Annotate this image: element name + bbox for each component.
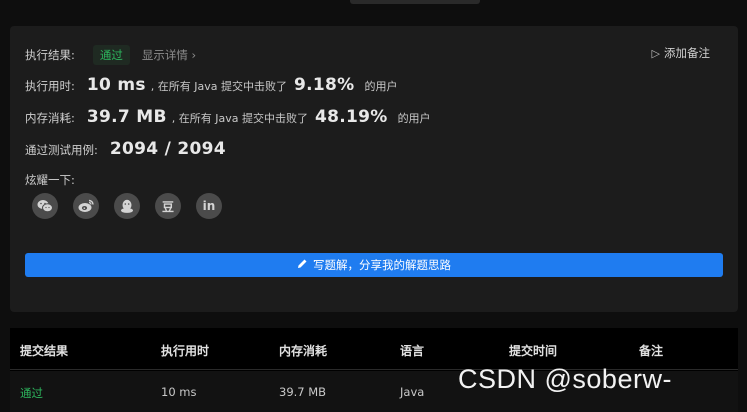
- douban-icon[interactable]: 豆: [155, 193, 181, 219]
- pencil-icon: [297, 258, 308, 272]
- write-solution-button[interactable]: 写题解，分享我的解题思路: [25, 253, 723, 277]
- memory-percent: 48.19%: [314, 107, 388, 127]
- add-note-label: 添加备注: [664, 46, 710, 60]
- status-badge: 通过: [92, 45, 130, 65]
- qq-icon[interactable]: [114, 193, 140, 219]
- result-status-row: 执行结果: 通过 显示详情 ›: [25, 45, 196, 65]
- header-language[interactable]: 语言: [400, 342, 424, 359]
- memory-row: 内存消耗: 39.7 MB , 在所有 Java 提交中击败了 48.19% 的…: [25, 107, 431, 127]
- row-memory: 39.7 MB: [279, 385, 327, 399]
- header-submit-time[interactable]: 提交时间: [509, 342, 557, 359]
- show-details-link[interactable]: 显示详情 ›: [142, 47, 196, 63]
- runtime-text: , 在所有 Java 提交中击败了: [150, 80, 288, 93]
- share-buttons: 豆 in: [32, 193, 222, 219]
- memory-value: 39.7 MB: [86, 107, 167, 127]
- header-status[interactable]: 提交结果: [20, 342, 68, 359]
- write-solution-label: 写题解，分享我的解题思路: [313, 258, 451, 272]
- weibo-icon[interactable]: [73, 193, 99, 219]
- share-label-row: 炫耀一下:: [25, 172, 75, 188]
- runtime-percent: 9.18%: [294, 75, 355, 95]
- share-label: 炫耀一下:: [25, 173, 75, 187]
- tests-row: 通过测试用例: 2094 / 2094: [25, 139, 226, 159]
- memory-label: 内存消耗:: [25, 111, 75, 125]
- memory-suffix: 的用户: [397, 112, 431, 125]
- runtime-value: 10 ms: [86, 75, 146, 95]
- header-runtime[interactable]: 执行用时: [161, 342, 209, 359]
- runtime-row: 执行用时: 10 ms , 在所有 Java 提交中击败了 9.18% 的用户: [25, 75, 398, 95]
- tests-value: 2094 / 2094: [109, 139, 226, 159]
- linkedin-icon[interactable]: in: [196, 193, 222, 219]
- row-runtime: 10 ms: [161, 385, 197, 399]
- add-note-button[interactable]: ▷ 添加备注: [652, 45, 710, 61]
- result-label: 执行结果:: [25, 48, 75, 62]
- flag-icon: ▷: [651, 46, 660, 60]
- tests-label: 通过测试用例:: [25, 143, 98, 157]
- header-note: 备注: [639, 344, 664, 358]
- top-tab-indicator: [350, 0, 480, 4]
- header-memory[interactable]: 内存消耗: [279, 342, 327, 359]
- memory-text: , 在所有 Java 提交中击败了: [171, 112, 308, 125]
- runtime-suffix: 的用户: [364, 80, 398, 93]
- csdn-watermark: CSDN @soberw-: [458, 364, 672, 394]
- wechat-icon[interactable]: [32, 193, 58, 219]
- result-panel: 执行结果: 通过 显示详情 › ▷ 添加备注 执行用时: 10 ms , 在所有…: [10, 26, 738, 312]
- runtime-label: 执行用时:: [25, 79, 75, 93]
- row-status[interactable]: 通过: [20, 385, 43, 401]
- row-language: Java: [400, 385, 425, 399]
